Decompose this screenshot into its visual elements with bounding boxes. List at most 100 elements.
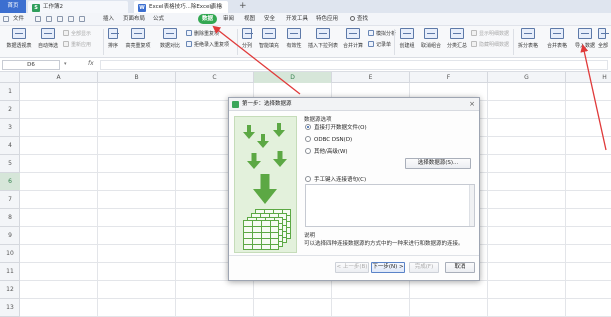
sort-button[interactable]: 排序 — [106, 28, 120, 49]
row-header-2[interactable]: 2 — [0, 101, 20, 119]
row-header-bar: 1 2 3 4 5 6 7 8 9 10 11 12 13 — [0, 83, 20, 317]
merge-calc-button[interactable]: 合并计算 — [340, 28, 366, 49]
row-header-5[interactable]: 5 — [0, 155, 20, 173]
menu-file[interactable]: 文件 — [13, 13, 24, 26]
menu-developer[interactable]: 开发工具 — [286, 13, 308, 26]
select-all-corner[interactable] — [0, 72, 20, 83]
row-header-13[interactable]: 13 — [0, 299, 20, 317]
row-header-11[interactable]: 11 — [0, 263, 20, 281]
workbook-tab[interactable]: S 工作簿2 — [28, 1, 128, 13]
option-odbc[interactable]: ODBC DSN(D) — [305, 136, 352, 144]
split-sheet-button[interactable]: 拆分表格 — [516, 28, 540, 49]
menu-view[interactable]: 视图 — [244, 13, 255, 26]
menu-icon[interactable] — [3, 16, 9, 22]
document-tab[interactable]: W Excel表格技巧...除Excel表格 × — [134, 1, 228, 13]
dialog-title-bar[interactable]: 第一步：选择数据源 × — [229, 98, 479, 111]
ribbon-divider — [237, 29, 238, 55]
row-header-6[interactable]: 6 — [0, 173, 20, 191]
home-tab[interactable]: 首页 — [0, 0, 26, 13]
show-detail-button[interactable]: 显示明细数据 — [471, 30, 509, 38]
cancel-button[interactable]: 取消 — [445, 262, 475, 273]
ribbon-divider — [394, 29, 395, 55]
print-icon[interactable] — [46, 16, 52, 22]
show-all-button[interactable]: 全部显示 — [63, 30, 91, 38]
reject-icon — [186, 41, 192, 47]
ribbon-divider — [103, 29, 104, 55]
menu-review[interactable]: 审阅 — [223, 13, 234, 26]
pivot-table-button[interactable]: 数据透视表 — [4, 28, 34, 49]
formula-input[interactable] — [100, 60, 608, 70]
remove-duplicates-button[interactable]: 删除重复项 — [186, 30, 219, 38]
workbook-tab-label: 工作簿2 — [43, 4, 63, 10]
menu-formulas[interactable]: 公式 — [153, 13, 164, 26]
menu-security[interactable]: 安全 — [264, 13, 275, 26]
close-icon[interactable]: × — [469, 98, 475, 111]
merge-sheet-button[interactable]: 合并表格 — [543, 28, 571, 49]
record-sheet-button[interactable]: 记录单 — [368, 41, 391, 49]
row-header-9[interactable]: 9 — [0, 227, 20, 245]
simulate-button[interactable]: 模拟分析 — [368, 30, 396, 38]
dialog-footer: < 上一步(B) 下一步(N) > 完成(F) 取消 — [229, 255, 479, 280]
redo-icon[interactable] — [79, 16, 85, 22]
next-button[interactable]: 下一步(N) > — [371, 262, 405, 273]
highlight-duplicates-button[interactable]: 高亮重复项 — [123, 28, 153, 49]
finish-button[interactable]: 完成(F) — [409, 262, 439, 273]
back-button[interactable]: < 上一步(B) — [335, 262, 369, 273]
reapply-button[interactable]: 重新应用 — [63, 41, 91, 49]
row-header-8[interactable]: 8 — [0, 209, 20, 227]
option-manual-sql[interactable]: 手工键入连接语句(C) — [305, 176, 366, 184]
ribbon-data: 数据透视表 自动筛选 全部显示 重新应用 排序 高亮重复项 数据对比 删除重复项… — [0, 26, 611, 58]
insert-dropdown-button[interactable]: 插入下拉列表 — [306, 28, 340, 49]
chevron-down-icon[interactable]: ▾ — [64, 61, 67, 67]
add-tab-button[interactable]: + — [239, 0, 247, 13]
column-header-f[interactable]: F — [410, 72, 488, 83]
column-header-b[interactable]: B — [98, 72, 176, 83]
select-data-source-button[interactable]: 选择数据源(S)... — [405, 158, 471, 169]
reject-duplicates-button[interactable]: 拒绝录入重复项 — [186, 41, 229, 49]
column-header-g[interactable]: G — [488, 72, 566, 83]
preview-icon[interactable] — [57, 16, 63, 22]
row-header-4[interactable]: 4 — [0, 137, 20, 155]
row-header-12[interactable]: 12 — [0, 281, 20, 299]
close-tab-icon[interactable]: × — [218, 1, 223, 13]
sort-icon — [108, 28, 119, 39]
search-box[interactable]: 查找 — [350, 13, 368, 26]
name-box[interactable]: D6 — [2, 60, 60, 70]
row-header-10[interactable]: 10 — [0, 245, 20, 263]
row-header-3[interactable]: 3 — [0, 119, 20, 137]
menu-data[interactable]: 数据 — [198, 14, 218, 24]
menu-page-layout[interactable]: 页面布局 — [123, 13, 145, 26]
row-header-1[interactable]: 1 — [0, 83, 20, 101]
smart-fill-button[interactable]: 智能填充 — [257, 28, 281, 49]
radio-icon[interactable] — [305, 176, 311, 182]
data-compare-button[interactable]: 数据对比 — [157, 28, 183, 49]
import-data-button[interactable]: 导入数据 — [574, 28, 596, 49]
validity-button[interactable]: 有效性 — [284, 28, 304, 49]
column-header-e[interactable]: E — [332, 72, 410, 83]
all-button[interactable]: 全部 — [598, 28, 611, 49]
radio-selected-icon[interactable] — [305, 124, 311, 130]
fx-icon[interactable]: fx — [88, 60, 94, 67]
column-header-d[interactable]: D — [254, 72, 332, 83]
option-open-file[interactable]: 直接打开数据文件(O) — [305, 124, 367, 132]
create-group-button[interactable]: 创建组 — [397, 28, 417, 49]
column-header-c[interactable]: C — [176, 72, 254, 83]
hide-detail-button[interactable]: 隐藏明细数据 — [471, 41, 509, 49]
column-header-h[interactable]: H — [566, 72, 611, 83]
subtotal-button[interactable]: 分类汇总 — [445, 28, 469, 49]
radio-icon[interactable] — [305, 148, 311, 154]
menu-insert[interactable]: 插入 — [103, 13, 114, 26]
split-icon — [242, 28, 253, 39]
sql-statement-textarea[interactable] — [305, 184, 475, 227]
save-icon[interactable] — [35, 16, 41, 22]
menu-features[interactable]: 特色应用 — [316, 13, 338, 26]
split-columns-button[interactable]: 分列 — [240, 28, 254, 49]
row-header-7[interactable]: 7 — [0, 191, 20, 209]
scrollbar[interactable] — [469, 185, 474, 226]
undo-icon[interactable] — [68, 16, 74, 22]
radio-icon[interactable] — [305, 136, 311, 142]
auto-filter-button[interactable]: 自动筛选 — [37, 28, 59, 49]
option-other[interactable]: 其他/高级(W) — [305, 148, 348, 156]
ungroup-button[interactable]: 取消组合 — [419, 28, 443, 49]
column-header-a[interactable]: A — [20, 72, 98, 83]
